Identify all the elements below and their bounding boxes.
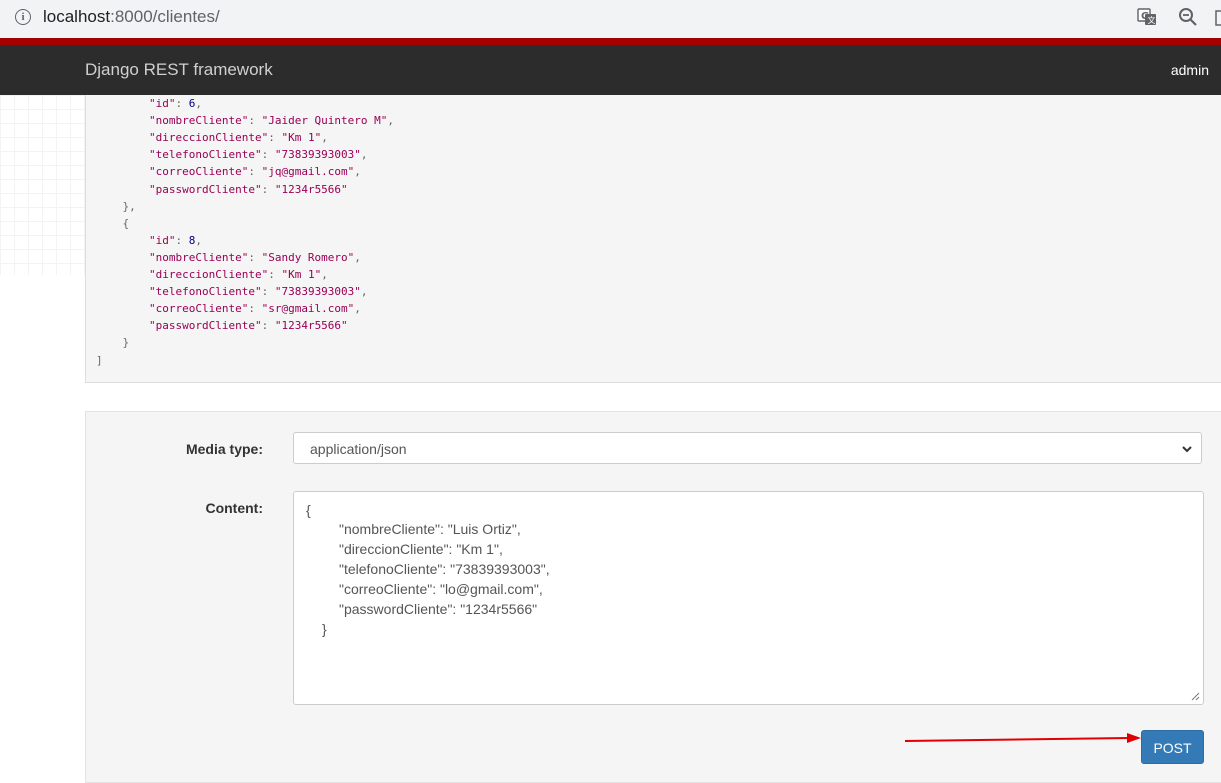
user-menu[interactable]: admin [1171,62,1209,78]
media-type-label: Media type: [185,441,263,457]
svg-text:文: 文 [1148,15,1156,25]
annotation-arrow-icon [904,733,1141,743]
zoom-icon[interactable] [1178,7,1198,27]
content-line: } [322,621,327,637]
chevron-down-icon [1182,446,1192,453]
content-line: "telefonoCliente": "73839393003", [339,561,550,577]
info-icon[interactable]: i [15,9,31,25]
url-field[interactable]: localhost:8000/clientes/ [43,7,220,27]
media-type-value: application/json [310,441,407,457]
resize-handle-icon[interactable] [1191,692,1200,701]
post-button[interactable]: POST [1141,730,1204,764]
media-type-select[interactable]: application/json [293,432,1202,464]
navbar-accent-line [0,38,1221,45]
content-textarea[interactable]: { "nombreCliente": "Luis Ortiz", "direcc… [293,491,1204,705]
more-icon[interactable] [1212,10,1221,26]
content-line: "direccionCliente": "Km 1", [339,541,503,557]
response-json: { "id": 6, "nombreCliente": "Jaider Quin… [96,97,395,367]
content-line: { [306,502,311,518]
navbar: Django REST framework admin [0,45,1221,95]
url-path: :8000/clientes/ [110,7,220,26]
content-label: Content: [205,500,263,516]
response-body: { "id": 6, "nombreCliente": "Jaider Quin… [85,95,1221,383]
translate-icon[interactable]: G 文 [1137,7,1157,27]
content-line: "nombreCliente": "Luis Ortiz", [339,521,521,537]
background-grid [0,95,85,275]
brand-link[interactable]: Django REST framework [85,60,273,80]
url-host: localhost [43,7,111,26]
content-line: "passwordCliente": "1234r5566" [339,601,538,617]
content-line: "correoCliente": "lo@gmail.com", [339,581,543,597]
browser-address-bar: i localhost:8000/clientes/ G 文 [0,0,1221,39]
